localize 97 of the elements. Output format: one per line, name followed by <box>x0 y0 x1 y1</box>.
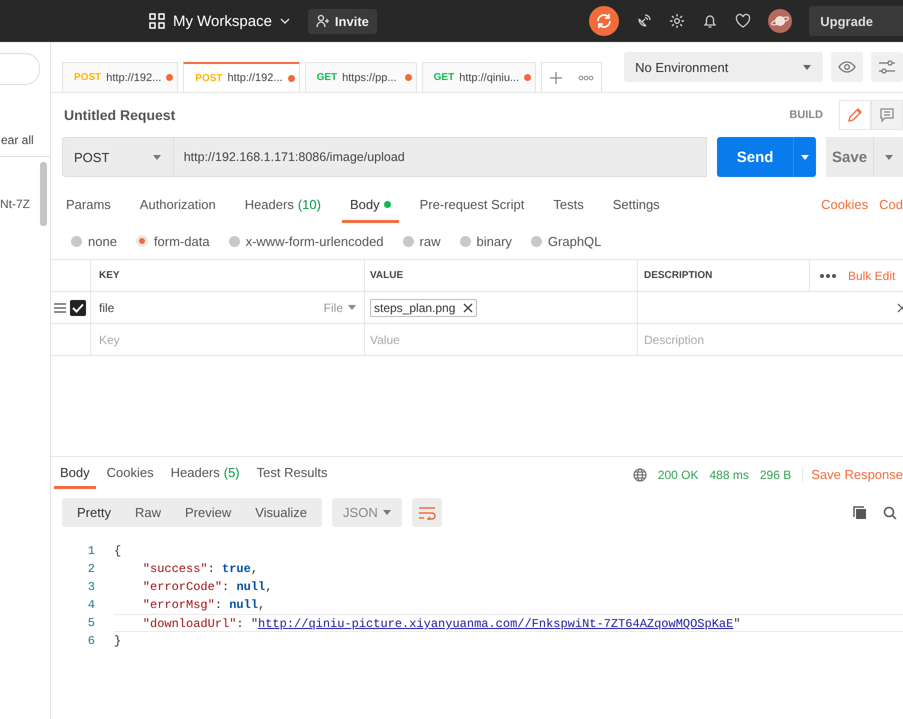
add-person-icon <box>316 14 330 28</box>
request-tab[interactable]: GET https://pp... <box>304 62 417 92</box>
column-header: VALUE <box>370 270 404 281</box>
sync-icon[interactable] <box>589 6 620 36</box>
line-number: 4 <box>86 598 95 612</box>
request-tab[interactable]: POST http://192... <box>62 62 178 92</box>
chevron-icon <box>280 18 290 24</box>
response-tab[interactable]: Cookies <box>106 465 154 489</box>
body-type-radio[interactable]: x-www-form-urlencoded <box>228 234 384 248</box>
request-section-tab[interactable]: Authorization <box>140 197 216 223</box>
url-field[interactable]: http://192.168.1.171:8086/image/upload <box>174 137 708 177</box>
heart-icon[interactable] <box>735 13 752 29</box>
save-button[interactable]: Save <box>826 137 874 177</box>
unsaved-dot-icon <box>404 74 412 81</box>
response-tab[interactable]: Body <box>54 465 96 489</box>
unsaved-dot-icon <box>166 74 174 81</box>
sliders-icon <box>878 60 896 74</box>
settings-icon[interactable] <box>669 13 686 29</box>
column-header: DESCRIPTION <box>644 270 712 281</box>
caret-icon <box>348 305 356 310</box>
request-section-tab[interactable]: Params <box>66 197 111 223</box>
wrap-icon <box>418 506 436 520</box>
request-section-tab[interactable]: Tests <box>553 197 584 223</box>
request-tab[interactable]: POST http://192... <box>183 62 300 92</box>
body-type-radio[interactable]: form-data <box>136 234 210 248</box>
request-section-tab[interactable]: Settings <box>612 197 660 223</box>
search-icon[interactable] <box>883 506 897 520</box>
eye-icon <box>838 61 856 73</box>
view-mode-button[interactable]: Raw <box>122 498 173 527</box>
request-section-tab[interactable]: Pre-request Script <box>420 197 524 223</box>
edit-button[interactable] <box>839 100 871 130</box>
unsaved-dot-icon <box>524 74 532 81</box>
comment-icon <box>879 107 895 123</box>
code-line: "errorCode": null, <box>142 579 274 596</box>
history-item[interactable]: Nt-7Z <box>0 197 30 226</box>
response-tab[interactable]: Headers (5) <box>170 465 240 489</box>
invite-button[interactable]: Invite <box>308 8 377 34</box>
pencil-icon <box>847 107 863 123</box>
grid-icon <box>149 13 165 29</box>
caret-icon <box>800 154 809 160</box>
close-icon[interactable] <box>897 302 903 312</box>
status-code: 200 OK <box>658 468 698 482</box>
request-section-tab[interactable]: Body <box>342 197 399 223</box>
unsaved-dot-icon <box>288 74 295 82</box>
method-dropdown[interactable]: POST <box>62 137 174 177</box>
code-line: "success": true, <box>142 561 260 578</box>
view-mode-button[interactable]: Visualize <box>243 498 320 527</box>
request-tab[interactable]: GET http://qiniu... <box>422 62 536 92</box>
line-number: 6 <box>86 634 95 648</box>
wrap-button[interactable] <box>412 498 442 527</box>
line-number: 1 <box>86 544 95 558</box>
bell-icon[interactable] <box>702 13 718 29</box>
send-button[interactable]: Send <box>717 137 793 177</box>
body-type-radio[interactable]: none <box>71 234 117 248</box>
comment-button[interactable] <box>871 100 903 130</box>
caret-icon <box>884 154 893 160</box>
line-number: 3 <box>86 580 95 594</box>
avatar-icon[interactable] <box>768 9 792 33</box>
body-type-radio[interactable]: raw <box>402 234 440 248</box>
request-title: Untitled Request <box>64 107 176 123</box>
plus-icon[interactable] <box>549 70 564 84</box>
build-label: BUILD <box>789 109 823 121</box>
scrollbar[interactable] <box>40 162 47 226</box>
response-tab[interactable]: Test Results <box>256 465 328 489</box>
checkbox[interactable] <box>70 300 86 316</box>
send-menu-button[interactable] <box>792 137 816 177</box>
code-line: } <box>114 633 122 650</box>
more-icon[interactable] <box>578 74 594 80</box>
view-mode-button[interactable]: Preview <box>172 498 244 527</box>
satellite-icon[interactable] <box>636 13 652 29</box>
workspace-menu[interactable]: My Workspace <box>149 12 290 30</box>
code-line: "downloadUrl": "http://qiniu-picture.xiyanyuanma.com//FnkspwiNt-7ZT64AZqowMQOSpKaE" <box>114 614 903 632</box>
body-type-radio[interactable]: binary <box>460 234 512 248</box>
body-type-radio[interactable]: GraphQL <box>530 234 602 248</box>
code-line: "errorMsg": null, <box>142 597 266 614</box>
code-line: { <box>114 543 122 560</box>
caret-icon <box>803 64 811 70</box>
request-section-tab[interactable]: Headers (10) <box>244 197 321 223</box>
sliders-button[interactable] <box>871 52 903 82</box>
line-number: 5 <box>86 616 95 630</box>
file-chip[interactable]: steps_plan.png <box>370 298 478 316</box>
table-cell: file <box>99 300 114 314</box>
response-time: 488 ms <box>710 468 749 482</box>
more-icon[interactable] <box>820 274 836 278</box>
copy-icon[interactable] <box>853 506 867 520</box>
clear-all-link[interactable]: ear all <box>1 133 50 147</box>
drag-handle-icon[interactable] <box>54 302 66 312</box>
upgrade-button[interactable]: Upgrade <box>809 6 903 36</box>
globe-icon <box>632 468 647 482</box>
remove-icon[interactable] <box>463 302 474 312</box>
caret-icon <box>152 154 161 160</box>
eye-button[interactable] <box>831 52 863 82</box>
caret-icon <box>383 510 392 515</box>
column-header: KEY <box>99 270 120 281</box>
environment-dropdown[interactable]: No Environment <box>624 52 823 82</box>
response-size: 296 B <box>760 468 792 482</box>
line-number: 2 <box>86 562 95 576</box>
